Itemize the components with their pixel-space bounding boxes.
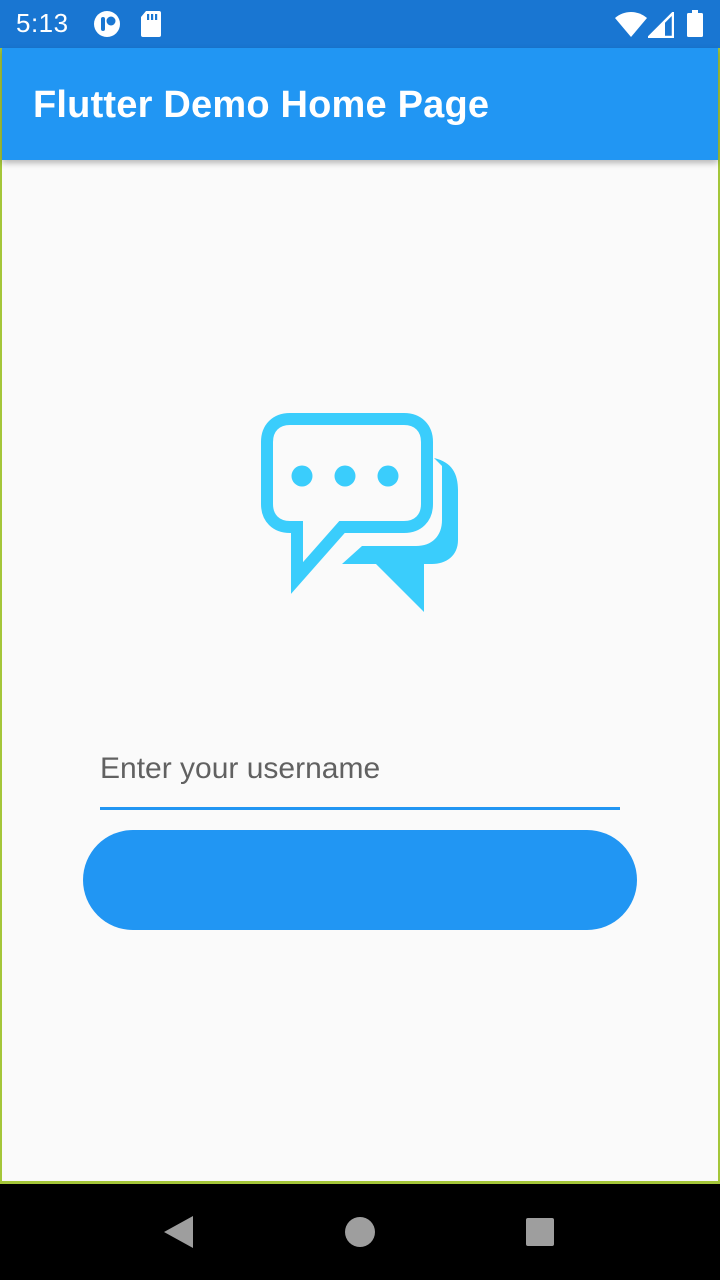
submit-button[interactable] [83,830,637,930]
app-title: Flutter Demo Home Page [33,84,490,126]
recents-icon[interactable] [492,1184,588,1280]
status-time: 5:13 [16,8,69,38]
chat-bubbles-icon [256,410,466,616]
app-bar: Flutter Demo Home Page [2,48,718,160]
notification-icon [92,10,122,43]
wifi-icon [614,12,648,43]
back-icon[interactable] [130,1184,226,1280]
navigation-bar [0,1184,720,1280]
username-input[interactable] [100,730,620,810]
battery-icon [686,10,704,43]
status-bar: 5:13 [0,0,720,48]
home-icon[interactable] [312,1184,408,1280]
sd-card-icon [140,10,162,43]
cell-signal-icon [645,9,675,43]
